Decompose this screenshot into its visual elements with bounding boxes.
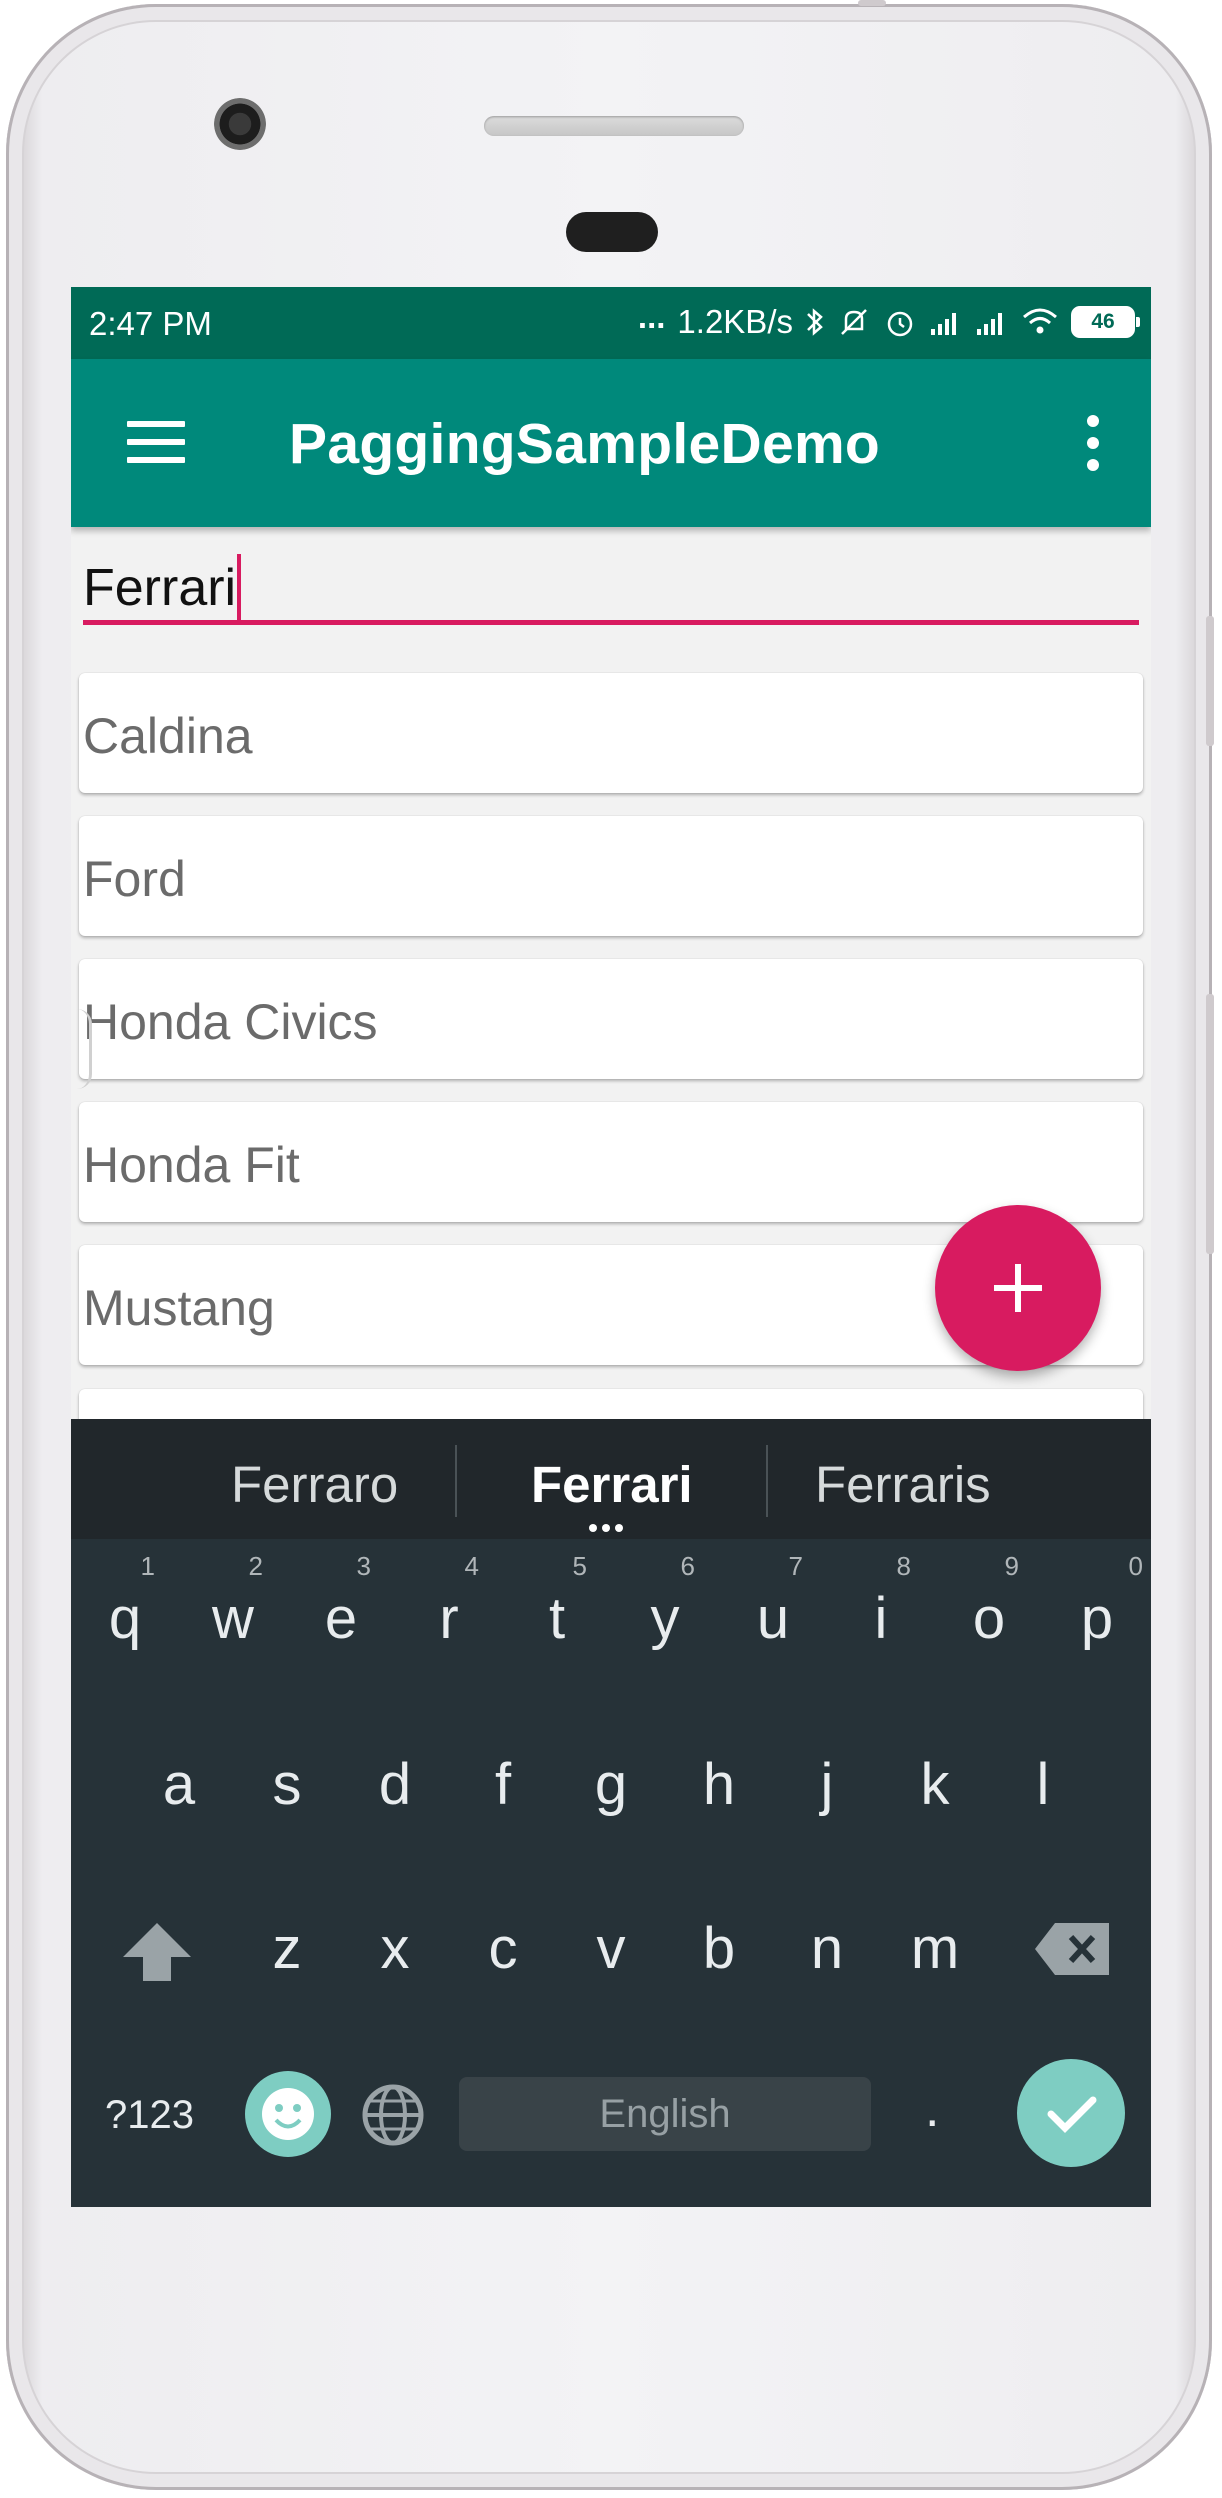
key-v[interactable]: v — [557, 1869, 665, 2019]
key-t[interactable]: 5t — [503, 1539, 611, 1689]
app-title: PaggingSampleDemo — [289, 412, 881, 476]
phone-top-button — [858, 0, 886, 6]
add-fab-button[interactable] — [935, 1205, 1101, 1371]
list-item[interactable]: Honda Fit — [79, 1102, 1143, 1222]
list-item[interactable]: Ford — [79, 816, 1143, 936]
key-m[interactable]: m — [881, 1869, 989, 2019]
key-g[interactable]: g — [557, 1703, 665, 1853]
phone-power-button — [1206, 994, 1214, 1254]
key-k[interactable]: k — [881, 1703, 989, 1853]
search-input-value: Ferrari — [83, 559, 237, 617]
backspace-icon — [1035, 1923, 1109, 1975]
globe-icon — [362, 2084, 424, 2146]
screen: 2:47 PM ... 1.2KB/s 46 PaggingSampleDemo… — [71, 287, 1151, 2207]
app-bar: PaggingSampleDemo — [71, 359, 1151, 527]
phone-frame: 2:47 PM ... 1.2KB/s 46 PaggingSampleDemo… — [6, 0, 1214, 2490]
suggestion-right[interactable]: Ferraris — [815, 1455, 991, 1514]
key-r[interactable]: 4r — [395, 1539, 503, 1689]
list-item-label: Caldina — [83, 708, 253, 764]
language-globe-key[interactable] — [361, 2083, 425, 2147]
phone-volume-button — [1206, 616, 1214, 746]
alarm-icon — [887, 311, 913, 337]
key-p[interactable]: 0p — [1043, 1539, 1151, 1689]
list-item-label: Honda Civics — [83, 994, 378, 1050]
list-item[interactable]: Caldina — [79, 673, 1143, 793]
key-b[interactable]: b — [665, 1869, 773, 2019]
key-j[interactable]: j — [773, 1703, 881, 1853]
shift-icon — [123, 1923, 191, 1981]
key-e[interactable]: 3e — [287, 1539, 395, 1689]
key-h[interactable]: h — [665, 1703, 773, 1853]
notification-dots: ... — [637, 298, 666, 335]
signal-2-icon — [977, 313, 1002, 335]
menu-icon[interactable] — [127, 421, 185, 463]
key-u[interactable]: 7u — [719, 1539, 827, 1689]
symbols-key[interactable]: ?123 — [105, 2093, 194, 2138]
key-d[interactable]: d — [341, 1703, 449, 1853]
period-key[interactable]: . — [925, 2079, 939, 2139]
key-x[interactable]: x — [341, 1869, 449, 2019]
key-c[interactable]: c — [449, 1869, 557, 2019]
backspace-key[interactable] — [1019, 1869, 1127, 2019]
key-z[interactable]: z — [233, 1869, 341, 2019]
proximity-sensor — [566, 212, 658, 252]
network-speed: 1.2KB/s — [677, 303, 793, 340]
key-n[interactable]: n — [773, 1869, 881, 2019]
key-l[interactable]: l — [989, 1703, 1097, 1853]
list-item[interactable]: Honda Civics — [79, 959, 1143, 1079]
emoji-key[interactable] — [245, 2071, 331, 2157]
suggestion-divider — [766, 1445, 768, 1517]
wifi-icon — [1023, 308, 1057, 334]
key-a[interactable]: a — [125, 1703, 233, 1853]
mute-bell-icon — [841, 309, 867, 335]
suggestion-left[interactable]: Ferraro — [231, 1455, 398, 1514]
checkmark-icon — [1047, 2096, 1097, 2133]
soft-keyboard: Ferraro Ferrari Ferraris 1q 2w 3e 4r 5t … — [71, 1419, 1151, 2207]
suggestion-divider — [455, 1445, 457, 1517]
front-camera — [214, 98, 266, 150]
status-bar: 2:47 PM ... 1.2KB/s 46 — [71, 287, 1151, 359]
key-y[interactable]: 6y — [611, 1539, 719, 1689]
suggestion-strip: Ferraro Ferrari Ferraris — [71, 1419, 1151, 1539]
earpiece-speaker — [484, 116, 744, 136]
list-item-label: Mustang — [83, 1280, 275, 1336]
bluetooth-icon — [807, 308, 823, 336]
text-cursor — [237, 554, 242, 620]
space-bar[interactable]: English — [459, 2077, 871, 2151]
smiley-icon — [262, 2088, 314, 2140]
key-s[interactable]: s — [233, 1703, 341, 1853]
more-suggestions-dots[interactable] — [589, 1519, 633, 1532]
done-key[interactable] — [1017, 2059, 1125, 2167]
key-q[interactable]: 1q — [71, 1539, 179, 1689]
status-time: 2:47 PM — [89, 305, 212, 342]
edge-scroll-indicator — [77, 1009, 92, 1089]
shift-key[interactable] — [103, 1869, 211, 2019]
battery-icon: 46 — [1071, 306, 1140, 338]
key-i[interactable]: 8i — [827, 1539, 935, 1689]
list-item-label: Ford — [83, 851, 186, 907]
key-f[interactable]: f — [449, 1703, 557, 1853]
signal-1-icon — [931, 313, 956, 335]
suggestion-center[interactable]: Ferrari — [531, 1455, 693, 1514]
key-o[interactable]: 9o — [935, 1539, 1043, 1689]
more-options-icon[interactable] — [1087, 415, 1101, 471]
search-input[interactable]: Ferrari — [83, 552, 1139, 625]
list-item-label: Honda Fit — [83, 1137, 300, 1193]
key-w[interactable]: 2w — [179, 1539, 287, 1689]
